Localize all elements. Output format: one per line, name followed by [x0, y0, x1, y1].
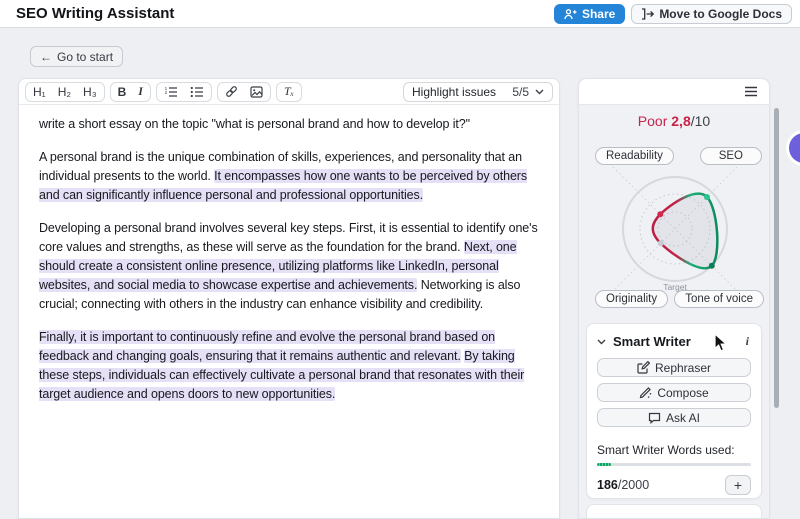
bullet-list-icon	[190, 86, 204, 98]
h1-button[interactable]: H₁	[27, 83, 52, 101]
panel-body: Poor 2,8/10 Readability SEO Target Origi…	[579, 105, 769, 518]
overall-score: Poor 2,8/10	[579, 113, 769, 129]
go-to-start-button[interactable]: ← Go to start	[30, 46, 123, 67]
radar-point-originality	[658, 240, 664, 246]
edit-icon	[637, 361, 650, 374]
words-progress-bar	[597, 463, 751, 466]
add-words-button[interactable]: +	[725, 475, 751, 495]
editor-text[interactable]: write a short essay on the topic "what i…	[39, 117, 470, 131]
radar-point-tone-of-voice	[709, 263, 715, 269]
bullet-list-button[interactable]	[184, 83, 210, 101]
editor-card: H₁ H₂ H₃ B I 12	[18, 78, 560, 519]
score-max: /10	[691, 113, 710, 129]
editor-content[interactable]: write a short essay on the topic "what i…	[19, 105, 559, 428]
rephraser-button[interactable]: Rephraser	[597, 358, 751, 377]
insert-group	[217, 82, 271, 102]
ask-ai-label: Ask AI	[666, 411, 700, 425]
highlight-issues-count: 5/5	[512, 85, 529, 99]
person-add-icon	[564, 8, 577, 20]
highlight-issues-select[interactable]: Highlight issues 5/5	[403, 82, 553, 102]
clear-format-group: Tₓ	[276, 82, 302, 102]
pen-icon	[639, 386, 652, 399]
export-icon	[641, 8, 654, 20]
editor-toolbar: H₁ H₂ H₃ B I 12	[19, 79, 559, 105]
hamburger-menu-icon[interactable]	[744, 86, 758, 97]
h2-button[interactable]: H₂	[52, 83, 77, 101]
page-title: SEO Writing Assistant	[16, 5, 174, 22]
share-button[interactable]: Share	[554, 4, 625, 24]
list-group: 12	[156, 82, 212, 102]
radar-point-readability	[657, 211, 663, 217]
floating-action-button[interactable]	[786, 130, 800, 166]
italic-button[interactable]: I	[132, 83, 149, 101]
score-value: 2,8	[671, 113, 690, 129]
heading-group: H₁ H₂ H₃	[25, 82, 105, 102]
link-icon	[225, 85, 238, 98]
editor-paragraph[interactable]: Developing a personal brand involves sev…	[39, 219, 539, 314]
move-to-google-docs-button[interactable]: Move to Google Docs	[631, 4, 792, 24]
ask-ai-button[interactable]: Ask AI	[597, 408, 751, 427]
tone-of-voice-pill[interactable]: Tone of voice	[674, 290, 764, 308]
highlighted-issue-text[interactable]: Finally, it is important to continuously…	[39, 330, 495, 363]
move-label: Move to Google Docs	[659, 7, 782, 21]
editor-paragraph[interactable]: A personal brand is the unique combinati…	[39, 148, 539, 205]
h3-button[interactable]: H₃	[77, 83, 103, 101]
smart-writer-card: Smart Writer i Rephraser Compose Ask AI …	[586, 323, 762, 499]
smart-writer-title: Smart Writer	[613, 334, 691, 349]
rephraser-label: Rephraser	[655, 361, 711, 375]
next-section-card	[586, 504, 762, 519]
smart-writer-header[interactable]: Smart Writer i	[597, 334, 751, 349]
share-label: Share	[582, 7, 615, 21]
image-icon	[250, 86, 263, 98]
words-used-label: Smart Writer Words used:	[597, 443, 751, 457]
compose-label: Compose	[657, 386, 708, 400]
info-icon[interactable]: i	[744, 334, 751, 349]
score-panel: Poor 2,8/10 Readability SEO Target Origi…	[578, 78, 770, 519]
ordered-list-icon: 12	[164, 86, 178, 98]
words-progress-fill	[597, 463, 611, 466]
svg-text:2: 2	[165, 90, 168, 95]
bold-button[interactable]: B	[112, 83, 133, 101]
editor-paragraph[interactable]: Finally, it is important to continuously…	[39, 328, 539, 404]
editor-paragraph[interactable]: write a short essay on the topic "what i…	[39, 115, 539, 134]
style-group: B I	[110, 82, 151, 102]
editor-text[interactable]: Developing a personal brand involves sev…	[39, 221, 538, 254]
app-header: SEO Writing Assistant Share Move to Goog…	[0, 0, 800, 28]
words-used-count: 186	[597, 478, 618, 492]
link-button[interactable]	[219, 83, 244, 101]
words-limit: /2000	[618, 478, 649, 492]
clear-formatting-button[interactable]: Tₓ	[278, 83, 300, 101]
chevron-down-icon	[535, 89, 544, 95]
panel-topbar	[579, 79, 769, 105]
arrow-left-icon: ←	[40, 51, 52, 63]
score-label: Poor	[638, 113, 671, 129]
ordered-list-button[interactable]: 12	[158, 83, 184, 101]
chevron-down-icon	[597, 339, 606, 345]
image-button[interactable]	[244, 83, 269, 101]
vertical-scrollbar[interactable]	[774, 108, 779, 408]
words-count-row: 186 /2000 +	[597, 475, 751, 495]
highlight-issues-label: Highlight issues	[412, 85, 496, 99]
originality-pill[interactable]: Originality	[595, 290, 668, 308]
go-to-start-label: Go to start	[57, 50, 113, 64]
target-radar-chart: Target	[579, 153, 770, 303]
radar-blob	[653, 194, 718, 268]
compose-button[interactable]: Compose	[597, 383, 751, 402]
chat-bubble-icon	[648, 412, 661, 424]
radar-point-seo	[704, 194, 710, 200]
